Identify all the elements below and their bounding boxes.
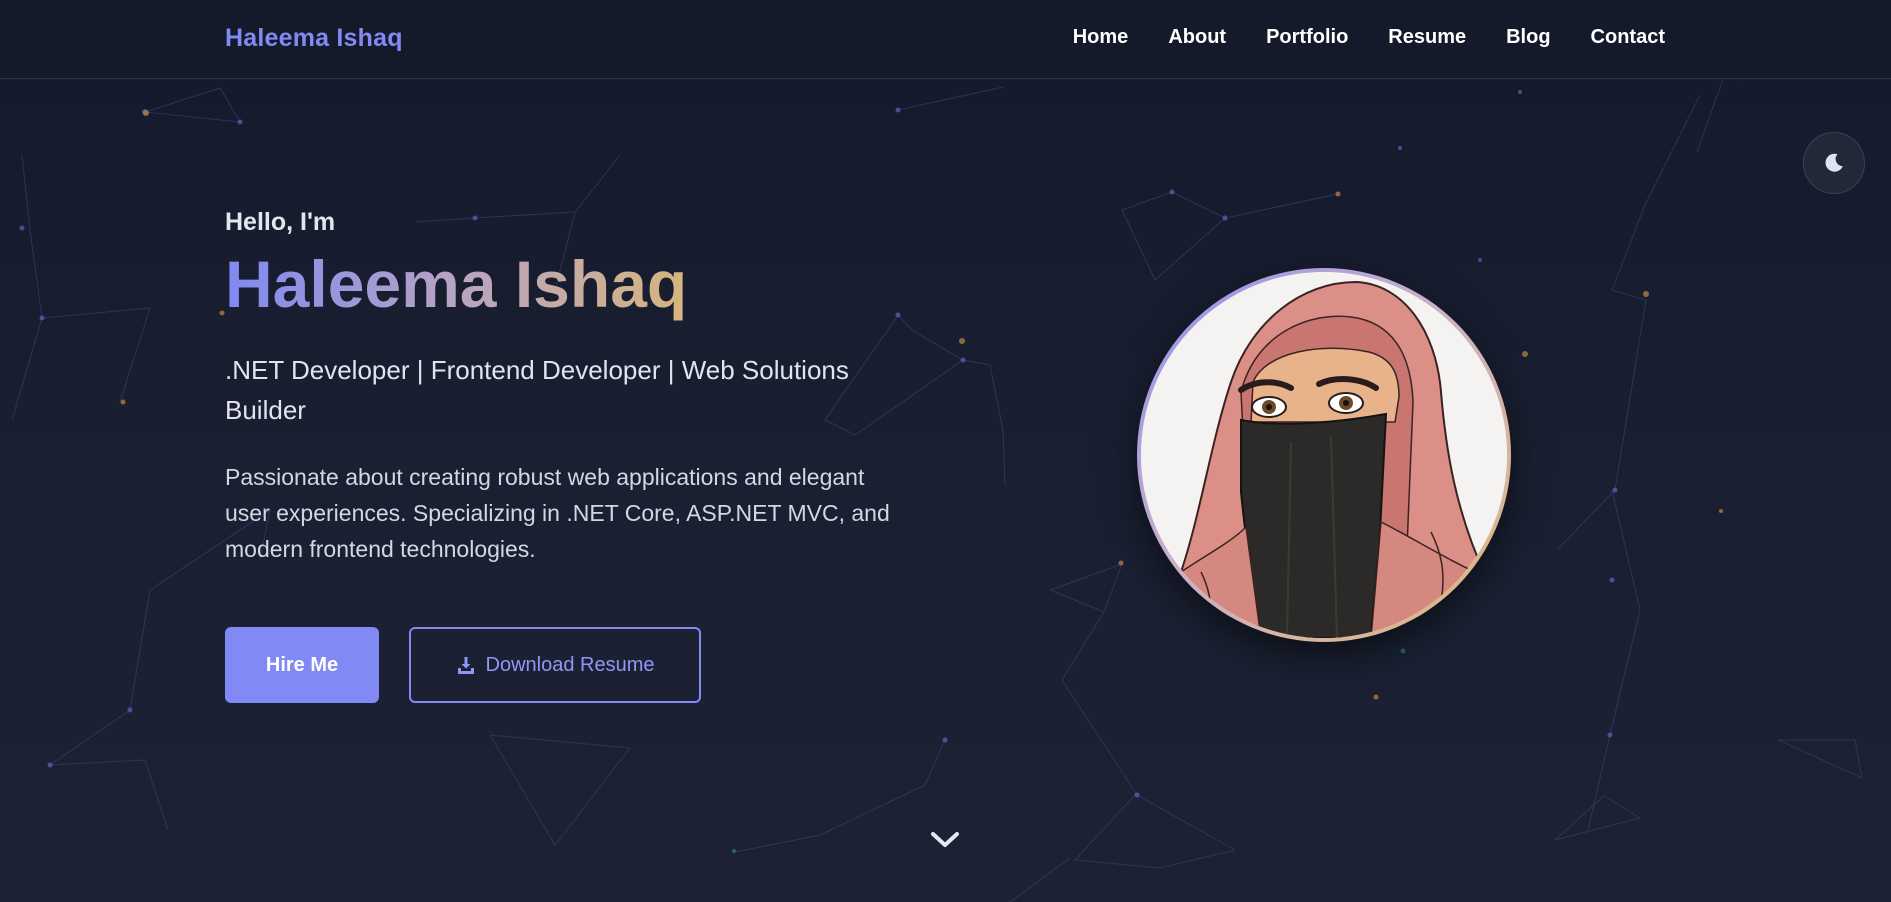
hero-description: Passionate about creating robust web app… [225, 464, 890, 562]
nav-link-resume[interactable]: Resume [1388, 26, 1466, 49]
avatar-image [1141, 272, 1507, 638]
nav-link-home[interactable]: Home [1073, 26, 1129, 49]
top-navbar: Haleema Ishaq Home About Portfolio Resum… [0, 0, 1891, 79]
background-network [11, 63, 1863, 902]
brand-logo-link[interactable]: Haleema Ishaq [225, 24, 403, 53]
download-icon [457, 657, 474, 674]
avatar-illustration-svg [1141, 272, 1507, 638]
theme-toggle-button[interactable] [1803, 132, 1865, 194]
hire-me-button[interactable]: Hire Me [225, 627, 379, 703]
nav-link-portfolio[interactable]: Portfolio [1266, 26, 1348, 49]
download-resume-button[interactable]: Download Resume [409, 627, 701, 703]
hero-roles: .NET Developer | Frontend Developer | We… [225, 355, 849, 425]
chevron-down-icon [931, 832, 959, 847]
profile-avatar [1137, 268, 1511, 642]
nav-links: Home About Portfolio Resume Blog Contact [1033, 26, 1665, 49]
hero-greeting: Hello, I'm [225, 208, 336, 236]
nav-link-about[interactable]: About [1168, 26, 1226, 49]
moon-icon [1825, 153, 1843, 172]
download-resume-label: Download Resume [485, 653, 655, 676]
nav-link-blog[interactable]: Blog [1506, 26, 1550, 49]
scroll-down-button[interactable] [927, 828, 963, 857]
hero-name-heading: Haleema Ishaq [225, 247, 688, 321]
nav-link-contact[interactable]: Contact [1591, 26, 1665, 49]
